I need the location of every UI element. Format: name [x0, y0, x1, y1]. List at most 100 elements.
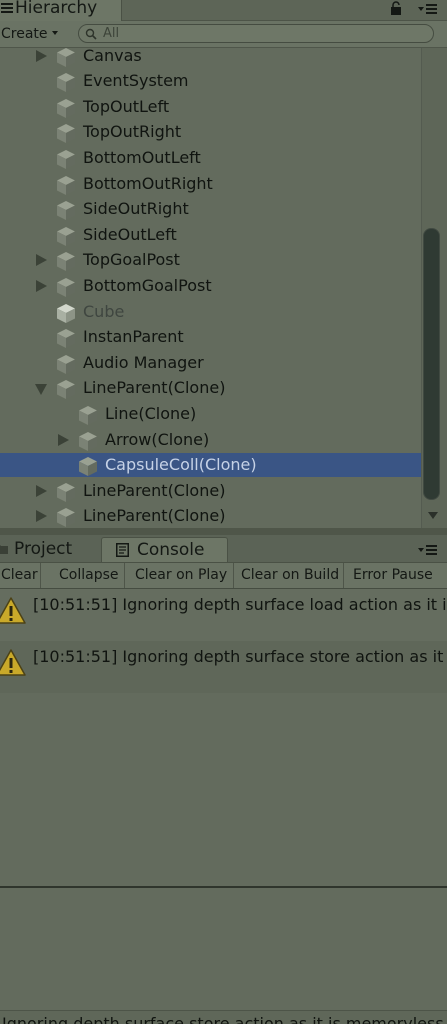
gameobject-cube-icon: [55, 122, 77, 144]
hierarchy-item[interactable]: Canvas: [0, 48, 421, 68]
hierarchy-item-label: LineParent(Clone): [83, 480, 226, 500]
hierarchy-item-label: Audio Manager: [83, 352, 204, 372]
chevron-down-icon: [51, 31, 58, 35]
gameobject-cube-icon: [55, 250, 77, 272]
gameobject-cube-icon: [55, 71, 77, 93]
hierarchy-item-label: BottomOutLeft: [83, 147, 201, 167]
lock-icon[interactable]: [390, 1, 402, 15]
clear-on-play-button[interactable]: Clear on Play: [130, 563, 234, 588]
expand-arrow-right-icon[interactable]: [58, 433, 69, 446]
hierarchy-item[interactable]: SideOutLeft: [0, 223, 421, 247]
tab-hierarchy[interactable]: Hierarchy: [0, 0, 122, 21]
panel-menu-icon[interactable]: [418, 545, 437, 564]
gameobject-cube-icon: [55, 378, 77, 400]
hierarchy-item[interactable]: LineParent(Clone): [0, 504, 421, 528]
hierarchy-item-label: TopOutLeft: [83, 96, 170, 116]
hierarchy-item[interactable]: InstanParent: [0, 325, 421, 349]
create-dropdown[interactable]: Create: [0, 24, 67, 44]
panel-divider[interactable]: [0, 528, 447, 535]
warning-icon: [0, 649, 26, 676]
hierarchy-item[interactable]: Line(Clone): [0, 402, 421, 426]
error-pause-button[interactable]: Error Pause: [348, 563, 447, 588]
hierarchy-item[interactable]: CapsuleColl(Clone): [0, 453, 421, 478]
hierarchy-item[interactable]: BottomGoalPost: [0, 274, 421, 298]
hierarchy-item[interactable]: BottomOutLeft: [0, 146, 421, 170]
hierarchy-item-label: BottomGoalPost: [83, 275, 212, 295]
gameobject-cube-icon: [55, 97, 77, 119]
hierarchy-item[interactable]: TopOutLeft: [0, 95, 421, 119]
folder-icon: [0, 545, 8, 554]
hierarchy-item-label: Arrow(Clone): [105, 429, 210, 449]
hierarchy-item-label: TopOutRight: [83, 122, 182, 142]
gameobject-cube-icon: [55, 199, 77, 221]
hierarchy-item[interactable]: Arrow(Clone): [0, 428, 421, 452]
gameobject-cube-icon: [55, 327, 77, 349]
hierarchy-toolbar: Create: [0, 21, 447, 48]
hierarchy-item[interactable]: BottomOutRight: [0, 172, 421, 196]
hierarchy-item-label: EventSystem: [83, 71, 189, 91]
hamburger-icon: [1, 1, 13, 15]
hierarchy-item[interactable]: TopGoalPost: [0, 248, 421, 272]
gameobject-cube-icon: [55, 302, 77, 324]
gameobject-cube-icon: [77, 430, 99, 452]
hierarchy-item[interactable]: LineParent(Clone): [0, 479, 421, 503]
hierarchy-item[interactable]: Cube: [0, 300, 421, 324]
bottom-tab-bar: Project Console: [0, 535, 447, 563]
gameobject-cube-icon: [55, 481, 77, 503]
scroll-down-arrow-icon[interactable]: [428, 512, 438, 519]
gameobject-cube-icon: [55, 148, 77, 170]
hierarchy-item-label: Cube: [83, 301, 125, 321]
hierarchy-tree: Canvas EventSystem TopOutLeft TopOutRight Bo…: [0, 48, 447, 528]
search-input[interactable]: [103, 25, 423, 42]
hierarchy-item[interactable]: SideOutRight: [0, 197, 421, 221]
expand-arrow-right-icon[interactable]: [36, 254, 47, 267]
hierarchy-item-label: SideOutLeft: [83, 224, 177, 244]
hierarchy-item[interactable]: TopOutRight: [0, 120, 421, 144]
tab-console-label: Console: [137, 540, 205, 560]
tab-hierarchy-label: Hierarchy: [15, 0, 98, 18]
log-entry[interactable]: [10:51:51] Ignoring depth surface store …: [0, 641, 447, 693]
expand-arrow-down-icon[interactable]: [35, 384, 47, 396]
log-message: [10:51:51] Ignoring depth surface load a…: [33, 595, 447, 614]
expand-arrow-right-icon[interactable]: [36, 484, 47, 497]
hierarchy-item-label: CapsuleColl(Clone): [105, 455, 257, 475]
clear-button[interactable]: Clear: [0, 563, 41, 588]
search-icon: [85, 28, 97, 40]
log-entry[interactable]: [10:51:51] Ignoring depth surface load a…: [0, 589, 447, 641]
console-log-list: [10:51:51] Ignoring depth surface load a…: [0, 589, 447, 889]
hierarchy-tab-bar: Hierarchy: [0, 0, 447, 21]
search-field[interactable]: [78, 24, 434, 43]
hierarchy-item-label: BottomOutRight: [83, 173, 213, 193]
gameobject-cube-icon: [77, 455, 99, 477]
clear-on-build-button[interactable]: Clear on Build: [236, 563, 344, 588]
hierarchy-item-label: SideOutRight: [83, 199, 189, 219]
gameobject-cube-icon: [77, 404, 99, 426]
hierarchy-item-label: LineParent(Clone): [83, 506, 226, 526]
gameobject-cube-icon: [55, 48, 77, 68]
log-message: [10:51:51] Ignoring depth surface store …: [33, 647, 447, 666]
tab-project-label: Project: [14, 539, 73, 559]
expand-arrow-right-icon[interactable]: [36, 510, 47, 523]
console-toolbar: Clear Collapse Clear on Play Clear on Bu…: [0, 563, 447, 589]
scrollbar-thumb[interactable]: [423, 228, 440, 500]
warning-icon: [0, 597, 26, 624]
hierarchy-item-label: LineParent(Clone): [83, 378, 226, 398]
gameobject-cube-icon: [55, 225, 77, 247]
status-bar[interactable]: Ignoring depth surface store action as i…: [0, 1011, 447, 1024]
tab-project[interactable]: Project: [0, 537, 100, 562]
collapse-button[interactable]: Collapse: [54, 563, 125, 588]
gameobject-cube-icon: [55, 506, 77, 528]
expand-arrow-right-icon[interactable]: [36, 279, 47, 292]
expand-arrow-right-icon[interactable]: [36, 49, 47, 62]
gameobject-cube-icon: [55, 276, 77, 298]
console-icon: [116, 543, 129, 557]
status-message: Ignoring depth surface store action as i…: [2, 1014, 444, 1024]
hierarchy-item-label: InstanParent: [83, 327, 184, 347]
hierarchy-item[interactable]: EventSystem: [0, 69, 421, 93]
hierarchy-item-label: Canvas: [83, 48, 142, 65]
tab-console[interactable]: Console: [101, 537, 228, 562]
hierarchy-item[interactable]: Audio Manager: [0, 351, 421, 375]
gameobject-cube-icon: [55, 353, 77, 375]
hierarchy-item[interactable]: LineParent(Clone): [0, 376, 421, 400]
hierarchy-item-label: Line(Clone): [105, 403, 197, 423]
